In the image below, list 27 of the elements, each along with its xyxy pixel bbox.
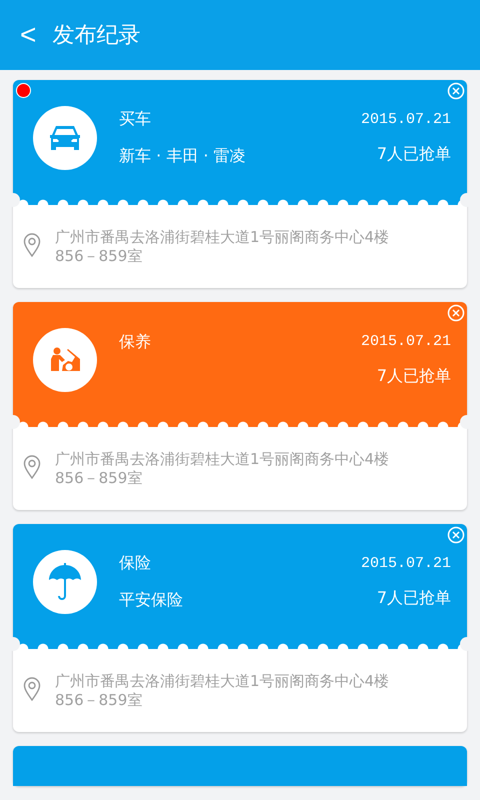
location-pin-icon (23, 232, 41, 256)
close-button[interactable] (447, 526, 465, 544)
category-label: 保养 (119, 332, 152, 353)
location-pin-icon (23, 676, 41, 700)
car-icon (49, 124, 81, 152)
category-label: 保险 (119, 552, 152, 574)
address-text: 广州市番禺去洛浦街碧桂大道1号丽阁商务中心4楼 (55, 672, 390, 690)
grab-count: 7人已抢单 (376, 144, 451, 164)
grab-count: 7人已抢单 (376, 588, 451, 608)
detail-text: 新车 · 丰田 · 雷凌 (119, 146, 247, 166)
umbrella-icon (47, 562, 83, 602)
close-button[interactable] (447, 82, 465, 100)
date-text: 2015.07.21 (360, 332, 451, 350)
page-title: 发布纪录 (52, 22, 140, 50)
address-text: 广州市番禺去洛浦街碧桂大道1号丽阁商务中心4楼 (55, 228, 390, 246)
back-button[interactable]: < (16, 19, 40, 51)
date-text: 2015.07.21 (360, 110, 451, 128)
grab-count: 7人已抢单 (376, 366, 451, 386)
close-button[interactable] (447, 304, 465, 322)
address-text: 856－859室 (55, 468, 144, 488)
location-pin-icon (23, 454, 41, 478)
category-label: 买车 (119, 108, 152, 130)
address-text: 856－859室 (55, 246, 144, 266)
date-text: 2015.07.21 (360, 554, 451, 572)
detail-text: 平安保险 (119, 590, 184, 610)
address-text: 广州市番禺去洛浦街碧桂大道1号丽阁商务中心4楼 (55, 450, 390, 468)
address-text: 856－859室 (55, 690, 144, 710)
